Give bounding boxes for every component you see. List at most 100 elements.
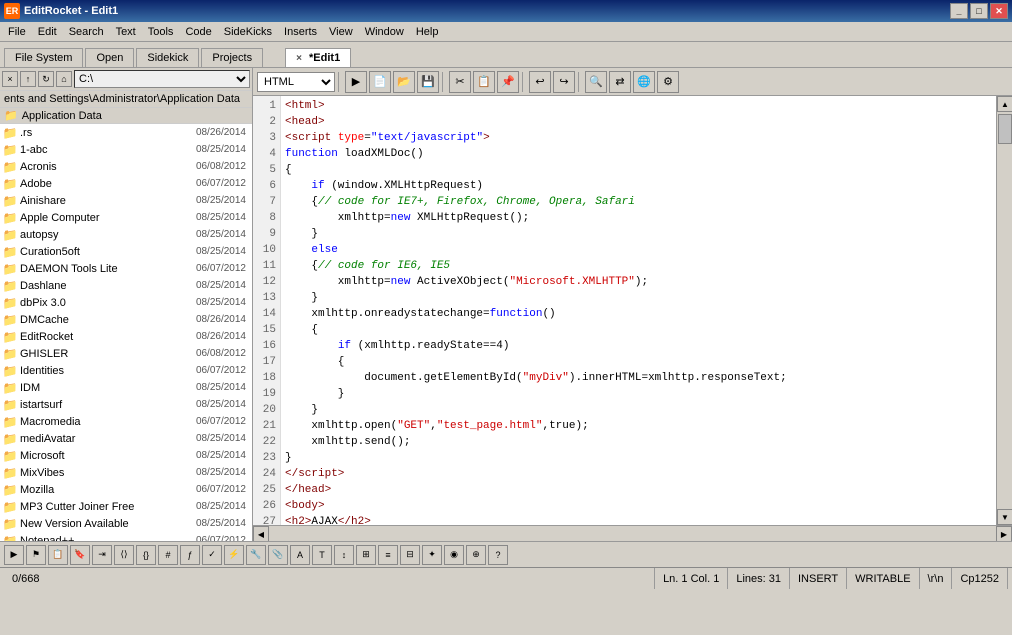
scroll-thumb[interactable] bbox=[998, 114, 1012, 144]
bt19[interactable]: ⊟ bbox=[400, 545, 420, 565]
toolbar-settings-btn[interactable]: ⚙ bbox=[657, 71, 679, 93]
bt22[interactable]: ⊕ bbox=[466, 545, 486, 565]
file-tree[interactable]: 📁.rs08/26/2014📁1-abc08/25/2014📁Acronis06… bbox=[0, 124, 252, 541]
bt21[interactable]: ◉ bbox=[444, 545, 464, 565]
menu-window[interactable]: Window bbox=[359, 24, 410, 40]
drive-select[interactable]: C:\ bbox=[74, 70, 250, 88]
toolbar-search-btn[interactable]: 🔍 bbox=[585, 71, 607, 93]
tree-item[interactable]: 📁Ainishare08/25/2014 bbox=[0, 192, 252, 209]
scroll-up-button[interactable]: ▲ bbox=[997, 96, 1012, 112]
tree-item[interactable]: 📁Identities06/07/2012 bbox=[0, 362, 252, 379]
scroll-right-button[interactable]: ▶ bbox=[996, 526, 1012, 541]
scroll-down-button[interactable]: ▼ bbox=[997, 509, 1012, 525]
horizontal-scrollbar[interactable]: ◀ ▶ bbox=[253, 525, 1012, 541]
tree-item[interactable]: 📁Notepad++06/07/2012 bbox=[0, 532, 252, 541]
tree-item[interactable]: 📁Microsoft08/25/2014 bbox=[0, 447, 252, 464]
maximize-button[interactable]: □ bbox=[970, 3, 988, 19]
tree-item[interactable]: 📁MixVibes08/25/2014 bbox=[0, 464, 252, 481]
tree-item[interactable]: 📁istartsurf08/25/2014 bbox=[0, 396, 252, 413]
tree-item[interactable]: 📁mediAvatar08/25/2014 bbox=[0, 430, 252, 447]
bt7[interactable]: {} bbox=[136, 545, 156, 565]
tab-close-icon[interactable]: × bbox=[296, 53, 302, 64]
menu-sidekicks[interactable]: SideKicks bbox=[218, 24, 278, 40]
tree-item[interactable]: 📁EditRocket08/26/2014 bbox=[0, 328, 252, 345]
tree-item[interactable]: 📁IDM08/25/2014 bbox=[0, 379, 252, 396]
bt11[interactable]: ⚡ bbox=[224, 545, 244, 565]
left-tab-sidekick[interactable]: Sidekick bbox=[136, 48, 199, 67]
toolbar-run-btn[interactable]: ▶ bbox=[345, 71, 367, 93]
bt9[interactable]: ƒ bbox=[180, 545, 200, 565]
tree-item[interactable]: 📁Adobe06/07/2012 bbox=[0, 175, 252, 192]
bt16[interactable]: ↕ bbox=[334, 545, 354, 565]
bt6[interactable]: ⟨⟩ bbox=[114, 545, 134, 565]
bt18[interactable]: ≡ bbox=[378, 545, 398, 565]
menu-text[interactable]: Text bbox=[110, 24, 142, 40]
close-button[interactable]: ✕ bbox=[990, 3, 1008, 19]
tree-item[interactable]: 📁MP3 Cutter Joiner Free08/25/2014 bbox=[0, 498, 252, 515]
toolbar-paste-btn[interactable]: 📌 bbox=[497, 71, 519, 93]
nav-up-button[interactable]: ↑ bbox=[20, 71, 36, 87]
menu-inserts[interactable]: Inserts bbox=[278, 24, 323, 40]
tree-item[interactable]: 📁New Version Available08/25/2014 bbox=[0, 515, 252, 532]
close-panel-button[interactable]: × bbox=[2, 71, 18, 87]
item-name: Adobe bbox=[20, 178, 185, 190]
tree-item[interactable]: 📁1-abc08/25/2014 bbox=[0, 141, 252, 158]
minimize-button[interactable]: _ bbox=[950, 3, 968, 19]
scroll-left-button[interactable]: ◀ bbox=[253, 526, 269, 541]
menu-file[interactable]: File bbox=[2, 24, 32, 40]
bt2[interactable]: ⚑ bbox=[26, 545, 46, 565]
toolbar-redo-btn[interactable]: ↪ bbox=[553, 71, 575, 93]
bt12[interactable]: 🔧 bbox=[246, 545, 266, 565]
toolbar-cut-btn[interactable]: ✂ bbox=[449, 71, 471, 93]
bt1[interactable]: ▶ bbox=[4, 545, 24, 565]
nav-refresh-button[interactable]: ↻ bbox=[38, 71, 54, 87]
toolbar-save-btn[interactable]: 💾 bbox=[417, 71, 439, 93]
bt10[interactable]: ✓ bbox=[202, 545, 222, 565]
tree-item[interactable]: 📁Macromedia06/07/2012 bbox=[0, 413, 252, 430]
tree-item[interactable]: 📁autopsy08/25/2014 bbox=[0, 226, 252, 243]
language-select[interactable]: HTML CSS JavaScript bbox=[257, 72, 335, 92]
tree-item[interactable]: 📁Acronis06/08/2012 bbox=[0, 158, 252, 175]
toolbar-copy-btn[interactable]: 📋 bbox=[473, 71, 495, 93]
tree-item[interactable]: 📁DAEMON Tools Lite06/07/2012 bbox=[0, 260, 252, 277]
tree-item[interactable]: 📁DMCache08/26/2014 bbox=[0, 311, 252, 328]
tree-item[interactable]: 📁GHISLER06/08/2012 bbox=[0, 345, 252, 362]
menu-help[interactable]: Help bbox=[410, 24, 445, 40]
toolbar-new-btn[interactable]: 📄 bbox=[369, 71, 391, 93]
menu-edit[interactable]: Edit bbox=[32, 24, 63, 40]
bt20[interactable]: ✦ bbox=[422, 545, 442, 565]
scroll-h-track[interactable] bbox=[269, 526, 996, 541]
menu-search[interactable]: Search bbox=[63, 24, 110, 40]
bt14[interactable]: A bbox=[290, 545, 310, 565]
tree-item[interactable]: 📁Curation5oft08/25/2014 bbox=[0, 243, 252, 260]
tree-item[interactable]: 📁dbPix 3.008/25/2014 bbox=[0, 294, 252, 311]
code-editor[interactable]: <html><head><script type="text/javascrip… bbox=[281, 96, 996, 525]
menu-code[interactable]: Code bbox=[179, 24, 217, 40]
editor-tab-edit1[interactable]: × *Edit1 bbox=[285, 48, 351, 67]
tree-item[interactable]: 📁Apple Computer08/25/2014 bbox=[0, 209, 252, 226]
toolbar-undo-btn[interactable]: ↩ bbox=[529, 71, 551, 93]
tree-item[interactable]: 📁Mozilla06/07/2012 bbox=[0, 481, 252, 498]
toolbar-open-btn[interactable]: 📂 bbox=[393, 71, 415, 93]
menu-tools[interactable]: Tools bbox=[142, 24, 180, 40]
left-tab-open[interactable]: Open bbox=[85, 48, 134, 67]
bt17[interactable]: ⊞ bbox=[356, 545, 376, 565]
left-tab-projects[interactable]: Projects bbox=[201, 48, 263, 67]
menu-view[interactable]: View bbox=[323, 24, 359, 40]
toolbar-replace-btn[interactable]: ⇄ bbox=[609, 71, 631, 93]
tree-item[interactable]: 📁.rs08/26/2014 bbox=[0, 124, 252, 141]
bt3[interactable]: 📋 bbox=[48, 545, 68, 565]
bt4[interactable]: 🔖 bbox=[70, 545, 90, 565]
left-tab-filesystem[interactable]: File System bbox=[4, 48, 83, 67]
bt5[interactable]: ⇥ bbox=[92, 545, 112, 565]
tree-item[interactable]: 📁Dashlane08/25/2014 bbox=[0, 277, 252, 294]
bt13[interactable]: 📎 bbox=[268, 545, 288, 565]
bt8[interactable]: # bbox=[158, 545, 178, 565]
scroll-track[interactable] bbox=[997, 112, 1012, 509]
bt23[interactable]: ? bbox=[488, 545, 508, 565]
toolbar-browser-btn[interactable]: 🌐 bbox=[633, 71, 655, 93]
nav-home-button[interactable]: ⌂ bbox=[56, 71, 72, 87]
title-bar-buttons[interactable]: _ □ ✕ bbox=[950, 3, 1008, 19]
vertical-scrollbar[interactable]: ▲ ▼ bbox=[996, 96, 1012, 525]
bt15[interactable]: T bbox=[312, 545, 332, 565]
